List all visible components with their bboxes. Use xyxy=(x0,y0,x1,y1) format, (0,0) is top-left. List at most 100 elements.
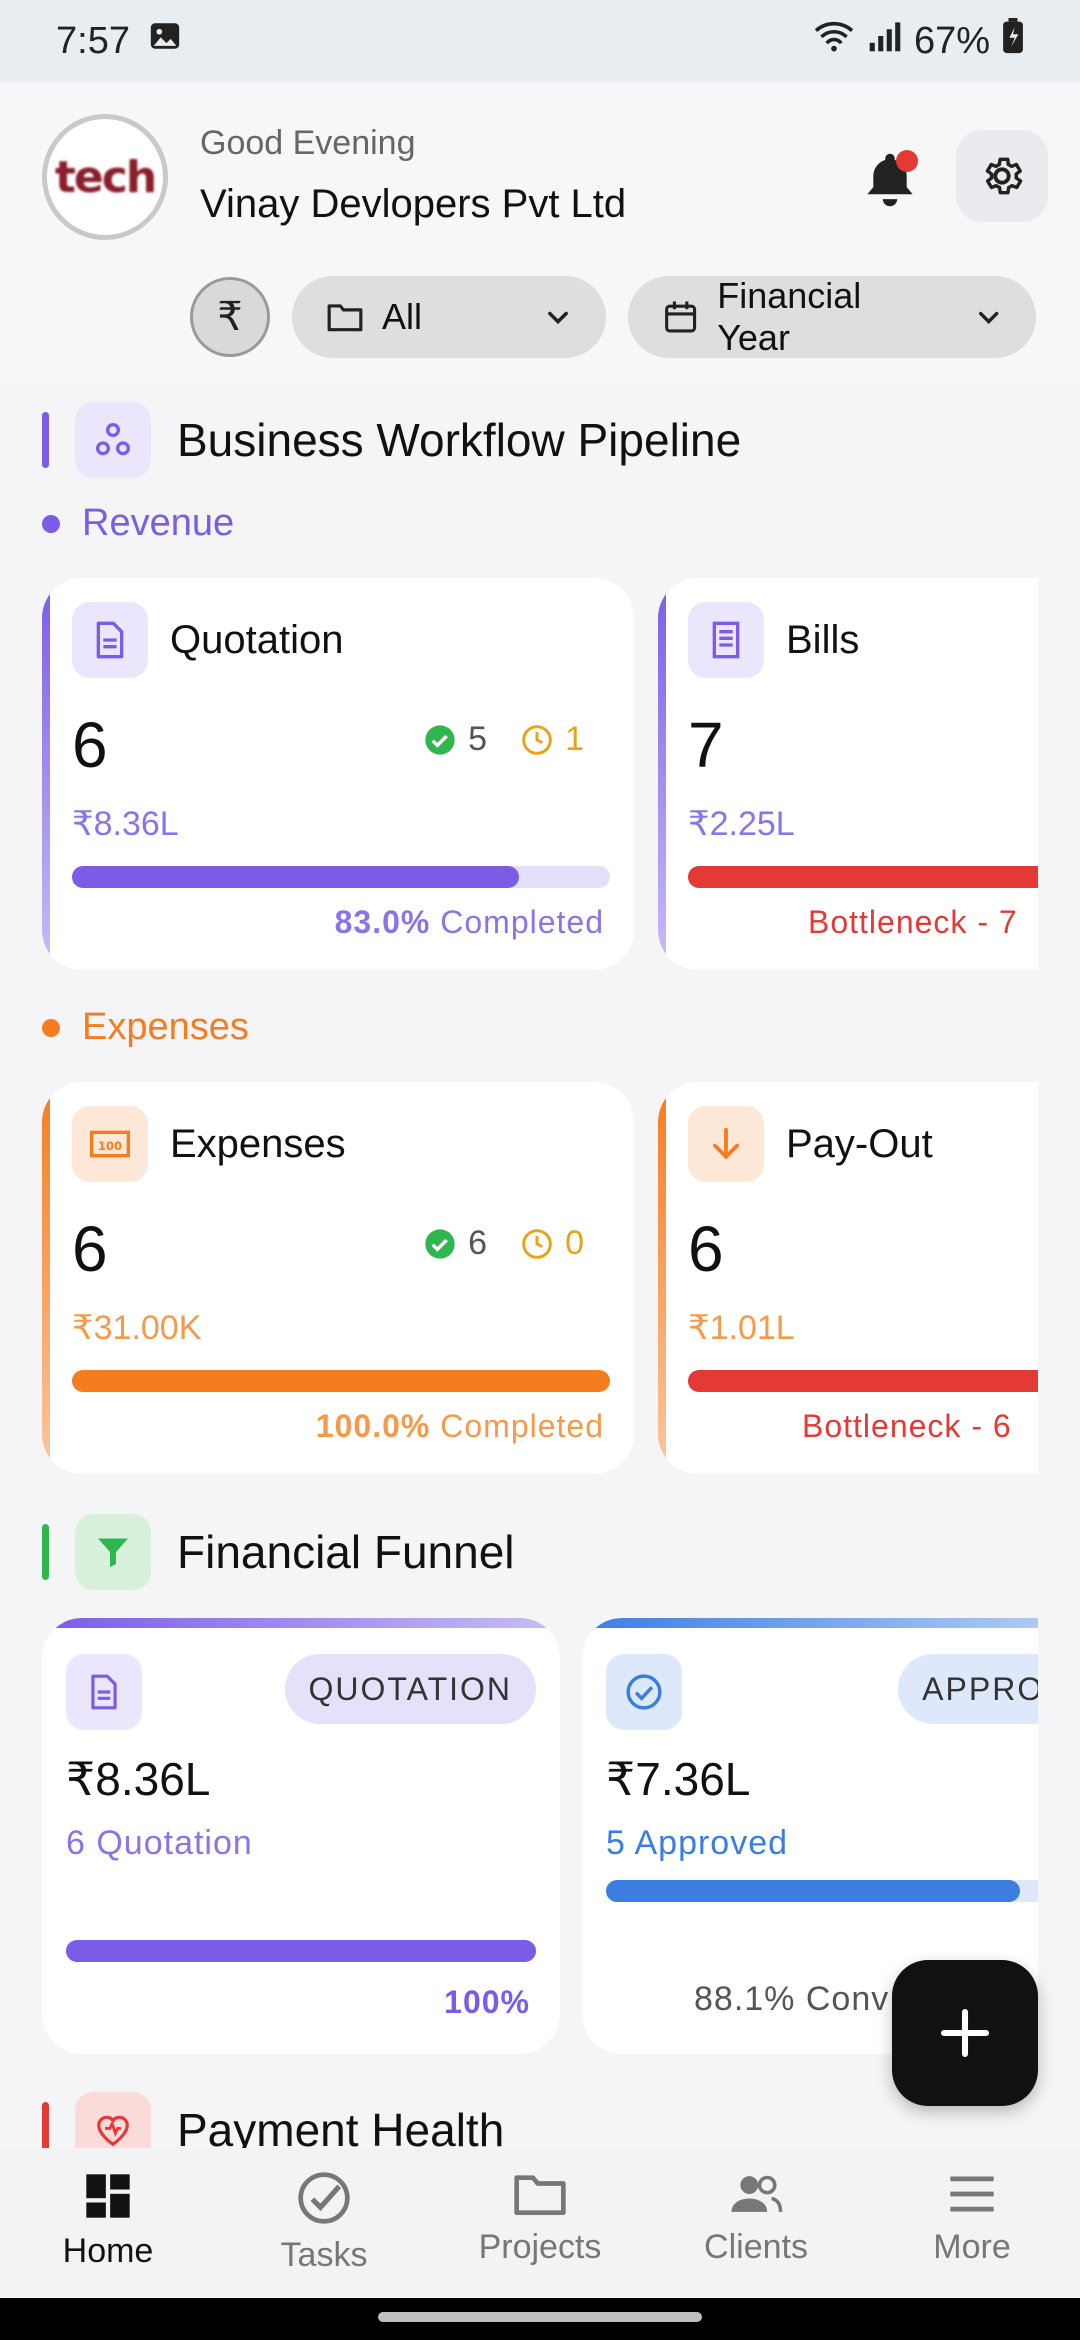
receipt-icon xyxy=(688,602,764,678)
progress-fill xyxy=(688,1370,1038,1392)
document-icon xyxy=(72,602,148,678)
chevron-down-icon xyxy=(548,311,568,325)
stage-count: 5 Approved xyxy=(606,1824,789,1862)
progress-fill xyxy=(688,866,1038,888)
stage-amount: ₹8.36L xyxy=(66,1753,211,1805)
document-icon xyxy=(66,1654,142,1730)
people-icon xyxy=(731,2175,783,2212)
nav-home-label: Home xyxy=(62,2232,154,2270)
add-fab-button[interactable] xyxy=(892,1960,1038,2106)
svg-text:100: 100 xyxy=(98,1139,122,1153)
expenses-card[interactable]: 100 Expenses 6 6 0 ₹31.00K 100.0% Comple… xyxy=(42,1082,634,1474)
currency-toggle[interactable]: ₹ xyxy=(190,277,270,357)
card-name: Pay-Out xyxy=(786,1122,933,1166)
settings-button[interactable] xyxy=(956,130,1048,222)
period-filter-dropdown[interactable]: Financial Year xyxy=(628,275,1036,358)
stage-count: 6 Quotation xyxy=(66,1824,253,1862)
card-accent xyxy=(658,1082,666,1474)
company-name: Vinay Devlopers Pvt Ltd xyxy=(200,182,627,226)
rupee-icon: ₹ xyxy=(217,295,243,339)
progress-fill xyxy=(606,1880,1021,1902)
nav-more-label: More xyxy=(933,2228,1011,2266)
nav-more[interactable]: More xyxy=(864,2148,1080,2298)
card-footer: 100.0% Completed xyxy=(316,1408,604,1445)
clock-icon xyxy=(522,1228,552,1259)
done-count: 6 xyxy=(468,1224,488,1262)
section-accent-bar xyxy=(42,2102,49,2148)
nav-tasks[interactable]: Tasks xyxy=(216,2148,432,2298)
card-name: Bills xyxy=(786,618,860,662)
section-accent-bar xyxy=(42,412,49,468)
signal-icon xyxy=(868,19,902,63)
quotation-card[interactable]: Quotation 6 5 1 ₹8.36L 83.0% Completed xyxy=(42,578,634,970)
workflow-icon xyxy=(75,402,151,478)
status-bar: 7:57 67% xyxy=(0,0,1080,82)
status-time: 7:57 xyxy=(56,19,130,62)
notifications-button[interactable] xyxy=(852,142,928,218)
pipeline-title: Business Workflow Pipeline xyxy=(177,414,742,466)
card-amount: ₹8.36L xyxy=(72,805,179,843)
heart-pulse-icon xyxy=(75,2092,151,2148)
bills-card[interactable]: Bills 7 ₹2.25L Bottleneck - 7 xyxy=(658,578,1038,970)
app-header: tech Good Evening Vinay Devlopers Pvt Lt… xyxy=(0,82,1080,382)
funnel-cards-row[interactable]: QUOTATION ₹8.36L 6 Quotation 100% APPROV… xyxy=(42,1618,1038,2054)
stage-tag: APPROVED xyxy=(898,1654,1038,1724)
nav-tasks-label: Tasks xyxy=(280,2236,368,2274)
card-footer: 83.0% Completed xyxy=(335,904,604,941)
progress-track xyxy=(606,1880,1038,1902)
clock-icon xyxy=(522,724,552,755)
status-label: Completed xyxy=(440,904,604,940)
card-count: 6 xyxy=(688,1213,724,1285)
card-top-accent xyxy=(42,1618,560,1628)
card-accent xyxy=(658,578,666,970)
period-filter-label: Financial Year xyxy=(717,275,862,358)
nav-clients-label: Clients xyxy=(704,2228,808,2266)
card-count: 7 xyxy=(688,709,724,781)
progress-track xyxy=(66,1940,536,1962)
progress-track xyxy=(72,1370,610,1392)
card-amount: ₹1.01L xyxy=(688,1309,795,1347)
check-circle-icon xyxy=(425,724,455,755)
stage-tag: QUOTATION xyxy=(284,1654,536,1724)
pipeline-section-title: Business Workflow Pipeline xyxy=(42,402,741,478)
nav-home[interactable]: Home xyxy=(0,2148,216,2298)
funnel-icon xyxy=(75,1514,151,1590)
card-accent xyxy=(42,578,50,970)
payment-health-title: Payment Health xyxy=(177,2104,505,2148)
card-top-accent xyxy=(582,1618,1038,1628)
card-count: 6 xyxy=(72,1213,108,1285)
arrow-down-icon xyxy=(688,1106,764,1182)
home-screen: tech Good Evening Vinay Devlopers Pvt Lt… xyxy=(0,82,1080,2148)
folder-icon xyxy=(327,304,363,332)
gear-icon xyxy=(985,157,1023,195)
card-stats: 6 0 xyxy=(424,1224,584,1263)
nav-projects[interactable]: Projects xyxy=(432,2148,648,2298)
card-name: Quotation xyxy=(170,618,344,662)
payout-card[interactable]: Pay-Out 6 ₹1.01L Bottleneck - 6 xyxy=(658,1082,1038,1474)
progress-track xyxy=(688,1370,1038,1392)
company-logo[interactable]: tech xyxy=(42,114,168,240)
status-label: Completed xyxy=(440,1408,604,1444)
card-amount: ₹31.00K xyxy=(72,1309,202,1347)
card-accent xyxy=(42,1082,50,1474)
revenue-subtitle: Revenue xyxy=(42,502,234,545)
check-circle-icon xyxy=(425,1228,455,1259)
progress-track xyxy=(72,866,610,888)
section-accent-bar xyxy=(42,1524,49,1580)
funnel-quotation-card[interactable]: QUOTATION ₹8.36L 6 Quotation 100% xyxy=(42,1618,560,2054)
expenses-cards-row[interactable]: 100 Expenses 6 6 0 ₹31.00K 100.0% Comple… xyxy=(42,1082,1038,1474)
folder-icon xyxy=(514,2175,566,2215)
greeting-text: Good Evening xyxy=(200,124,416,162)
wifi-icon xyxy=(812,18,856,64)
notification-badge xyxy=(896,150,918,172)
revenue-dot xyxy=(42,514,60,533)
chevron-down-icon xyxy=(978,311,999,324)
folder-filter-dropdown[interactable]: All xyxy=(292,276,606,358)
company-logo-text: tech xyxy=(54,151,157,203)
nav-clients[interactable]: Clients xyxy=(648,2148,864,2298)
progress-percent: 100.0% xyxy=(315,1408,431,1444)
home-gesture-handle[interactable] xyxy=(378,2312,702,2322)
revenue-cards-row[interactable]: Quotation 6 5 1 ₹8.36L 83.0% Completed B… xyxy=(42,578,1038,970)
card-count: 6 xyxy=(72,709,108,781)
progress-fill xyxy=(66,1940,536,1962)
